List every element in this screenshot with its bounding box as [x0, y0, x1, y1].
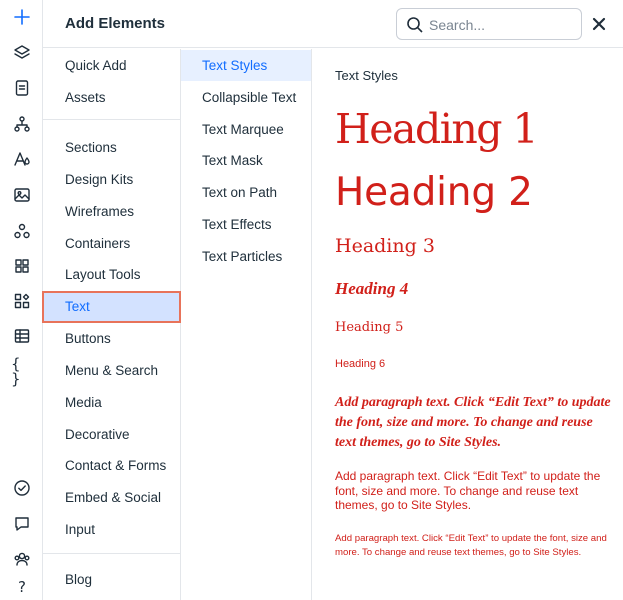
theme-icon[interactable]	[11, 148, 33, 170]
subcategory-text-styles[interactable]: Text Styles	[181, 50, 311, 81]
pages-icon[interactable]	[11, 77, 33, 99]
search-icon	[406, 16, 424, 34]
category-buttons[interactable]: Buttons	[43, 324, 181, 354]
category-decorative[interactable]: Decorative	[43, 420, 181, 450]
paragraph-2-preset[interactable]: Add paragraph text. Click “Edit Text” to…	[335, 469, 617, 513]
heading-6-preset[interactable]: Heading 6	[335, 356, 385, 372]
app-market-icon[interactable]	[11, 290, 33, 312]
text-styles-preview: Text Styles Heading 1 Heading 2 Heading …	[313, 49, 623, 600]
panel-title: Add Elements	[65, 15, 166, 32]
category-media[interactable]: Media	[43, 388, 181, 418]
chat-icon[interactable]	[11, 513, 33, 535]
subcategory-text-on-path[interactable]: Text on Path	[181, 177, 311, 208]
subcategory-text-marquee[interactable]: Text Marquee	[181, 114, 311, 145]
search-input[interactable]	[429, 15, 574, 35]
category-quick-add[interactable]: Quick Add	[43, 51, 181, 81]
close-button[interactable]	[589, 14, 609, 34]
section-title: Text Styles	[335, 68, 398, 83]
category-design-kits[interactable]: Design Kits	[43, 165, 181, 195]
panel-header: Add Elements	[43, 0, 623, 48]
paragraph-3-preset[interactable]: Add paragraph text. Click “Edit Text” to…	[335, 532, 617, 561]
category-divider	[43, 119, 181, 120]
heading-4-preset[interactable]: Heading 4	[335, 277, 408, 301]
code-braces-icon[interactable]: { }	[11, 357, 33, 387]
help-glyph: ?	[18, 577, 26, 596]
add-icon[interactable]	[11, 6, 33, 28]
category-menu-search[interactable]: Menu & Search	[43, 356, 181, 386]
media-icon[interactable]	[11, 184, 33, 206]
left-tool-rail: { } ?	[0, 0, 43, 600]
subcategory-collapsible-text[interactable]: Collapsible Text	[181, 82, 311, 113]
heading-2-preset[interactable]: Heading 2	[335, 169, 533, 217]
add-elements-panel: Add Elements Quick Add Assets Sections D…	[42, 0, 623, 600]
grid-icon[interactable]	[11, 255, 33, 277]
category-divider	[43, 553, 181, 554]
paragraph-1-preset[interactable]: Add paragraph text. Click “Edit Text” to…	[335, 393, 615, 453]
help-icon[interactable]: ?	[11, 576, 33, 598]
close-icon	[592, 17, 606, 31]
heading-3-preset[interactable]: Heading 3	[335, 233, 435, 259]
subcategory-text-particles[interactable]: Text Particles	[181, 241, 311, 272]
category-text[interactable]: Text	[42, 291, 181, 323]
subcategory-text-mask[interactable]: Text Mask	[181, 145, 311, 176]
category-embed-social[interactable]: Embed & Social	[43, 483, 181, 513]
category-assets[interactable]: Assets	[43, 83, 181, 113]
category-list: Quick Add Assets Sections Design Kits Wi…	[42, 49, 181, 600]
subcategory-list: Text Styles Collapsible Text Text Marque…	[181, 49, 312, 600]
category-blog[interactable]: Blog	[43, 565, 181, 595]
category-contact-forms[interactable]: Contact & Forms	[43, 451, 181, 481]
subcategory-text-effects[interactable]: Text Effects	[181, 209, 311, 240]
heading-1-preset[interactable]: Heading 1	[335, 105, 539, 153]
apps-icon[interactable]	[11, 220, 33, 242]
cms-table-icon[interactable]	[11, 325, 33, 347]
category-wireframes[interactable]: Wireframes	[43, 197, 181, 227]
category-layout-tools[interactable]: Layout Tools	[43, 260, 181, 290]
search-box[interactable]	[396, 8, 582, 40]
people-icon[interactable]	[11, 548, 33, 570]
site-structure-icon[interactable]	[11, 113, 33, 135]
heading-5-preset[interactable]: Heading 5	[335, 318, 403, 338]
category-sections[interactable]: Sections	[43, 133, 181, 163]
layers-icon[interactable]	[11, 42, 33, 64]
category-input[interactable]: Input	[43, 515, 181, 545]
category-containers[interactable]: Containers	[43, 229, 181, 259]
checklist-icon[interactable]	[11, 477, 33, 499]
code-braces-glyph: { }	[11, 355, 21, 388]
